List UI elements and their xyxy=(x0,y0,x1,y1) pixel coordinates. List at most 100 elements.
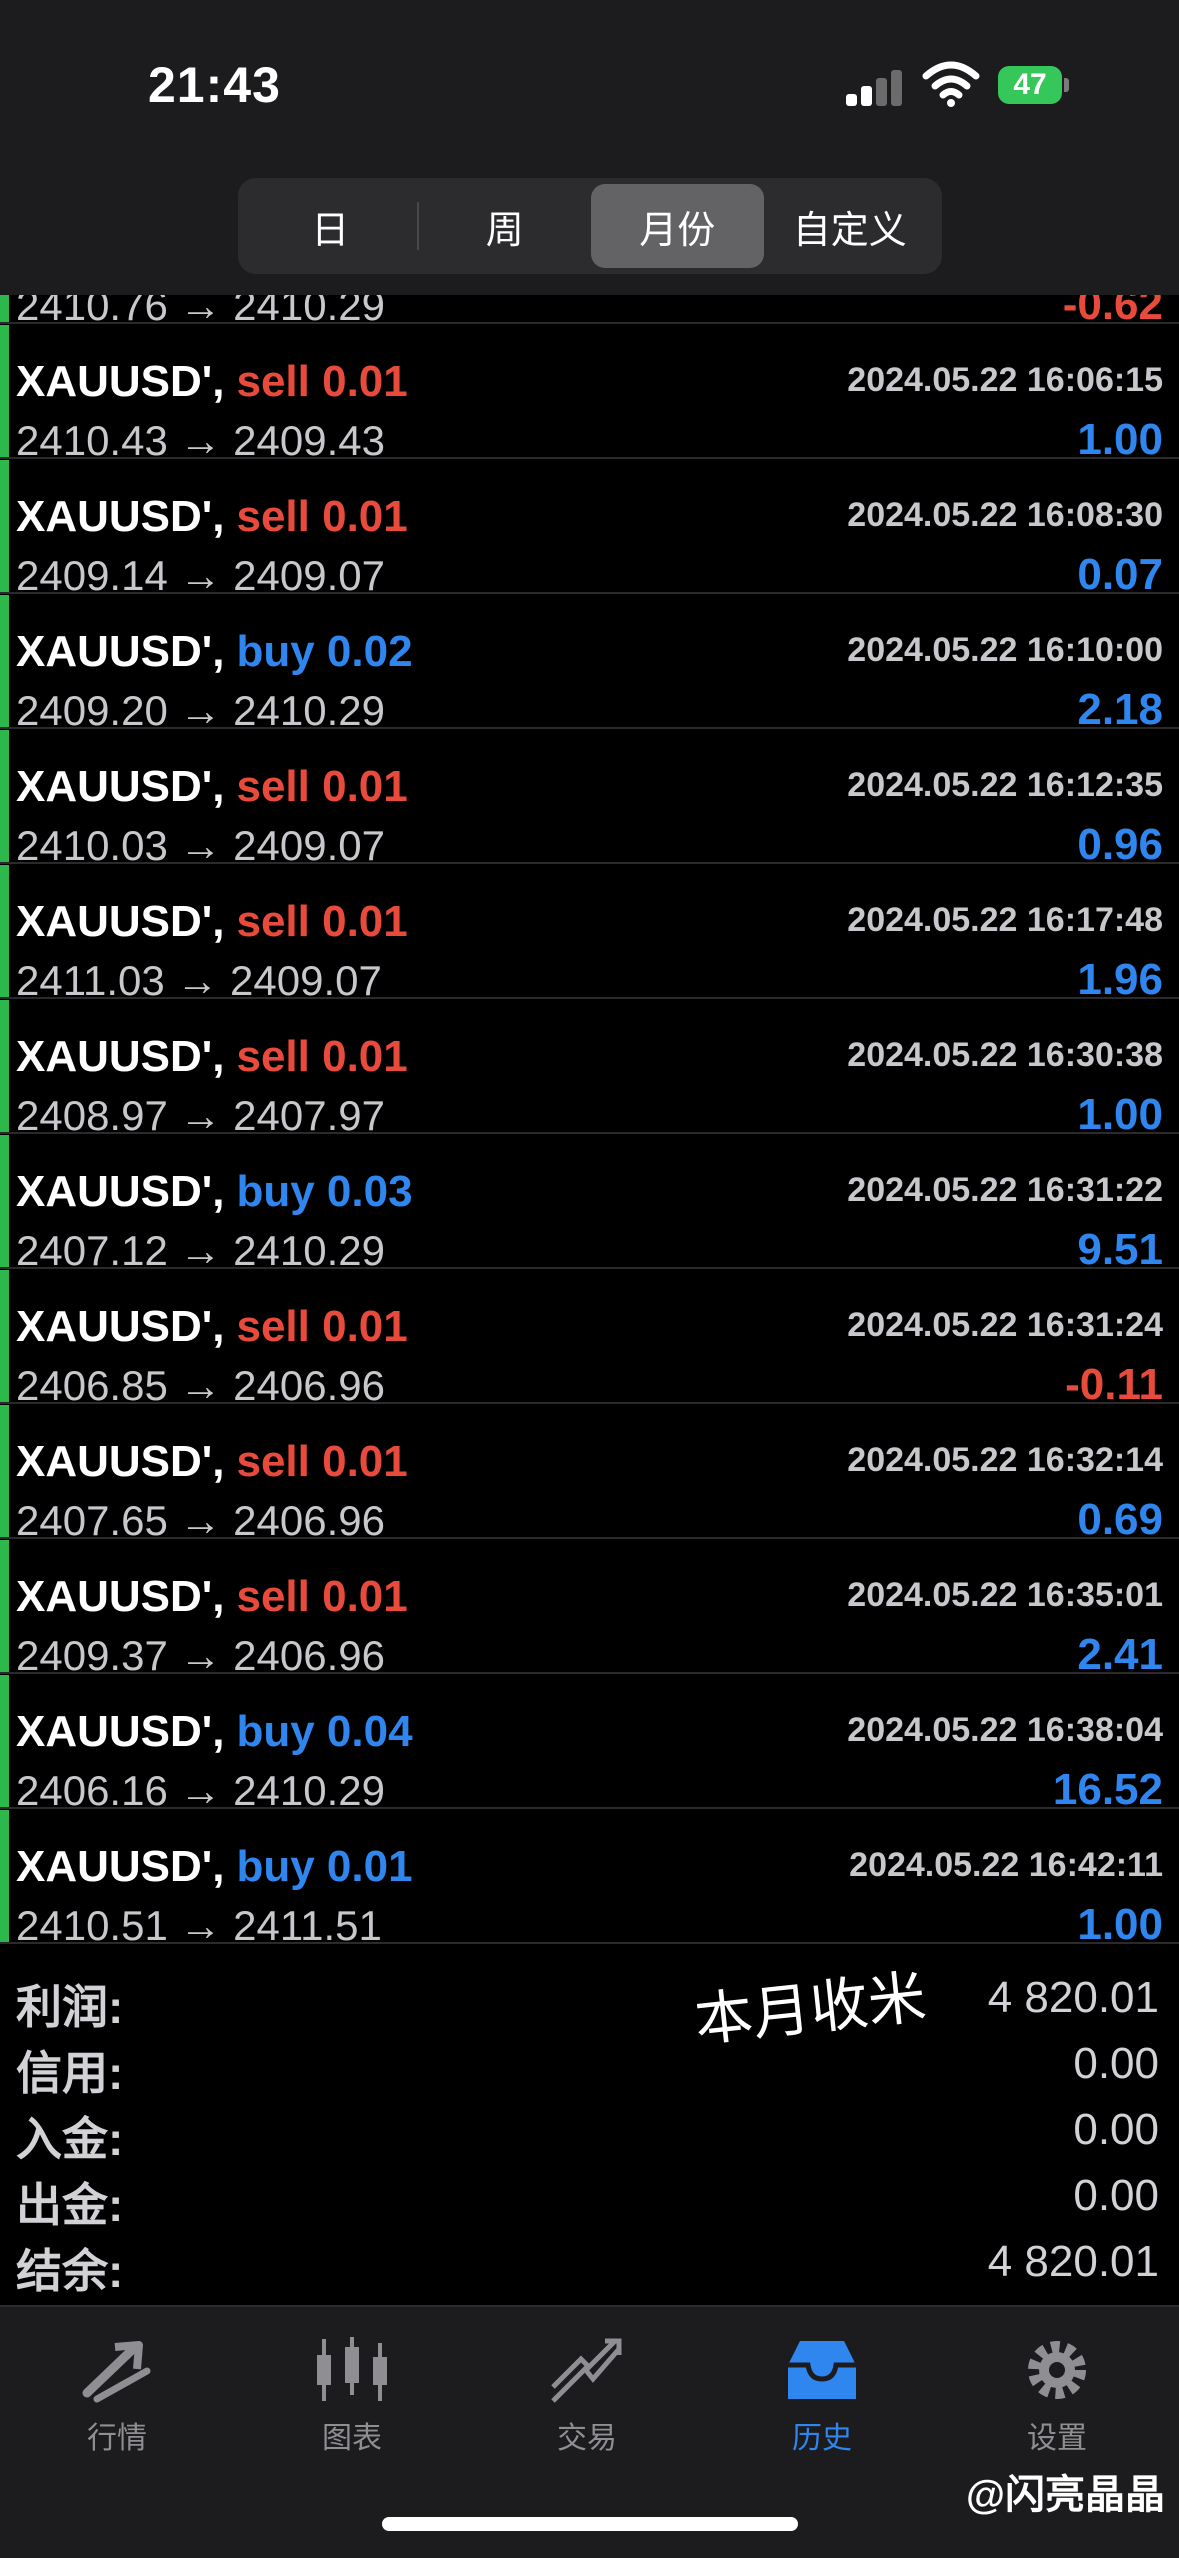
deal-prices: 2410.03 → 2409.07 xyxy=(16,822,385,869)
battery-level: 47 xyxy=(998,66,1062,104)
tab-quotes[interactable]: 行情 xyxy=(27,2327,207,2487)
home-indicator[interactable] xyxy=(382,2517,798,2531)
table-row[interactable]: XAUUSD', buy 0.03 2024.05.22 16:31:22 2407.… xyxy=(0,1135,1179,1274)
summary-value: 0.00 xyxy=(1073,2105,1159,2154)
deal-datetime: 2024.05.22 16:12:35 xyxy=(847,766,1163,804)
deal-datetime: 2024.05.22 16:42:11 xyxy=(849,1846,1163,1884)
status-time: 21:43 xyxy=(148,57,281,113)
deal-symbol: XAUUSD', sell 0.01 xyxy=(16,357,408,407)
deal-symbol: XAUUSD', sell 0.01 xyxy=(16,762,408,812)
tab-history[interactable]: 历史 xyxy=(732,2327,912,2487)
deal-symbol: XAUUSD', buy 0.03 xyxy=(16,1167,413,1217)
symbol-name: XAUUSD', xyxy=(16,1437,225,1486)
table-row[interactable]: XAUUSD', sell 0.01 2024.05.22 16:17:48 2411… xyxy=(0,865,1179,1004)
tab-trade[interactable]: 交易 xyxy=(497,2327,677,2487)
symbol-name: XAUUSD', xyxy=(16,492,225,541)
table-row[interactable]: XAUUSD', buy 0.02 2024.05.22 16:10:00 2409.… xyxy=(0,595,1179,734)
segment-custom[interactable]: 自定义 xyxy=(764,184,937,268)
watermark: @闪亮晶晶 xyxy=(965,2473,1165,2517)
deal-list[interactable]: 2410.76 → 2410.29 -0.62 XAUUSD', sell 0.0… xyxy=(0,295,1179,1945)
cellular-signal-icon xyxy=(846,68,902,106)
tab-chart[interactable]: 图表 xyxy=(262,2327,442,2487)
table-row[interactable]: XAUUSD', sell 0.01 2024.05.22 16:35:01 2409… xyxy=(0,1540,1179,1679)
symbol-name: XAUUSD', xyxy=(16,897,225,946)
deal-side: buy 0.01 xyxy=(236,1842,413,1891)
symbol-name: XAUUSD', xyxy=(16,1572,225,1621)
table-row[interactable]: XAUUSD', sell 0.01 2024.05.22 16:30:38 2408… xyxy=(0,1000,1179,1139)
deal-profit: 1.00 xyxy=(1077,1900,1163,1945)
deal-prices: 2409.37 → 2406.96 xyxy=(16,1632,385,1679)
segment-week[interactable]: 周 xyxy=(419,184,592,268)
table-row[interactable]: XAUUSD', buy 0.01 2024.05.22 16:42:11 2410.… xyxy=(0,1810,1179,1945)
deal-symbol: XAUUSD', sell 0.01 xyxy=(16,1437,408,1487)
deal-prices: 2406.16 → 2410.29 xyxy=(16,1767,385,1814)
table-row[interactable]: XAUUSD', sell 0.01 2024.05.22 16:32:14 2407… xyxy=(0,1405,1179,1544)
chart-icon xyxy=(317,2337,387,2401)
table-row[interactable]: XAUUSD', sell 0.01 2024.05.22 16:08:30 2409… xyxy=(0,460,1179,599)
table-row[interactable]: XAUUSD', buy 0.04 2024.05.22 16:38:04 2406.… xyxy=(0,1675,1179,1814)
deal-profit: 1.00 xyxy=(1077,415,1163,464)
trade-icon xyxy=(551,2338,622,2403)
summary-balance-row: 结余: 4 820.01 xyxy=(0,2227,1179,2297)
deal-profit: 0.07 xyxy=(1077,550,1163,599)
deal-prices: 2410.43 → 2409.43 xyxy=(16,417,385,464)
deal-side: sell 0.01 xyxy=(236,1032,408,1081)
summary-label: 结余: xyxy=(16,2245,124,2297)
tab-label: 历史 xyxy=(792,2422,852,2455)
deal-symbol: XAUUSD', sell 0.01 xyxy=(16,897,408,947)
deal-profit: 0.96 xyxy=(1077,820,1163,869)
deal-datetime: 2024.05.22 16:35:01 xyxy=(847,1576,1163,1614)
deal-symbol: XAUUSD', sell 0.01 xyxy=(16,1302,408,1352)
summary-value: 4 820.01 xyxy=(987,2237,1159,2286)
deal-side: sell 0.01 xyxy=(236,492,408,541)
table-row[interactable]: XAUUSD', sell 0.01 2024.05.22 16:06:15 2410… xyxy=(0,325,1179,464)
tab-label: 交易 xyxy=(557,2422,617,2455)
deal-datetime: 2024.05.22 16:10:00 xyxy=(847,631,1163,669)
deal-symbol: XAUUSD', buy 0.01 xyxy=(16,1842,413,1892)
table-row[interactable]: XAUUSD', sell 0.01 2024.05.22 16:12:35 2410… xyxy=(0,730,1179,869)
history-icon xyxy=(788,2341,856,2399)
symbol-name: XAUUSD', xyxy=(16,357,225,406)
deal-side: sell 0.01 xyxy=(236,1437,408,1486)
deal-prices: 2407.65 → 2406.96 xyxy=(16,1497,385,1544)
deal-side: buy 0.02 xyxy=(236,627,413,676)
deal-datetime: 2024.05.22 16:38:04 xyxy=(847,1711,1163,1749)
deal-prices: 2406.85 → 2406.96 xyxy=(16,1362,385,1409)
summary-value: 0.00 xyxy=(1073,2039,1159,2088)
summary-value: 4 820.01 xyxy=(987,1973,1159,2022)
deal-datetime: 2024.05.22 16:08:30 xyxy=(847,496,1163,534)
table-row[interactable]: 2410.76 → 2410.29 -0.62 xyxy=(0,295,1179,329)
deal-datetime: 2024.05.22 16:31:24 xyxy=(847,1306,1163,1344)
deal-side: buy 0.04 xyxy=(236,1707,413,1756)
symbol-name: XAUUSD', xyxy=(16,1707,225,1756)
deal-side: sell 0.01 xyxy=(236,357,408,406)
deal-profit: 1.00 xyxy=(1077,1090,1163,1139)
deal-symbol: XAUUSD', buy 0.02 xyxy=(16,627,413,677)
summary-credit-row: 信用: 0.00 xyxy=(0,2029,1179,2099)
table-row[interactable]: XAUUSD', sell 0.01 2024.05.22 16:31:24 2406… xyxy=(0,1270,1179,1409)
symbol-name: XAUUSD', xyxy=(16,1302,225,1351)
header: 21:43 47 日 周 月份 自定义 xyxy=(0,0,1179,295)
summary-label: 入金: xyxy=(16,2113,124,2165)
deal-datetime: 2024.05.22 16:17:48 xyxy=(847,901,1163,939)
deal-profit: 9.51 xyxy=(1077,1225,1163,1274)
deal-datetime: 2024.05.22 16:06:15 xyxy=(847,361,1163,399)
symbol-name: XAUUSD', xyxy=(16,627,225,676)
deal-symbol: XAUUSD', buy 0.04 xyxy=(16,1707,413,1757)
symbol-name: XAUUSD', xyxy=(16,1842,225,1891)
deal-prices: 2411.03 → 2409.07 xyxy=(16,957,382,1004)
deal-profit: -0.11 xyxy=(1065,1360,1163,1409)
deal-profit: 1.96 xyxy=(1077,955,1163,1004)
tab-label: 行情 xyxy=(87,2422,147,2455)
summary-withdrawal-row: 出金: 0.00 xyxy=(0,2161,1179,2231)
symbol-name: XAUUSD', xyxy=(16,1167,225,1216)
settings-icon xyxy=(1028,2341,1086,2399)
deal-datetime: 2024.05.22 16:31:22 xyxy=(847,1171,1163,1209)
segment-day[interactable]: 日 xyxy=(244,184,417,268)
summary-label: 利润: xyxy=(16,1981,124,2033)
segment-month[interactable]: 月份 xyxy=(591,184,764,268)
deal-side: sell 0.01 xyxy=(236,1302,408,1351)
deal-symbol: XAUUSD', sell 0.01 xyxy=(16,1032,408,1082)
battery-icon: 47 xyxy=(998,66,1070,104)
symbol-name: XAUUSD', xyxy=(16,1032,225,1081)
